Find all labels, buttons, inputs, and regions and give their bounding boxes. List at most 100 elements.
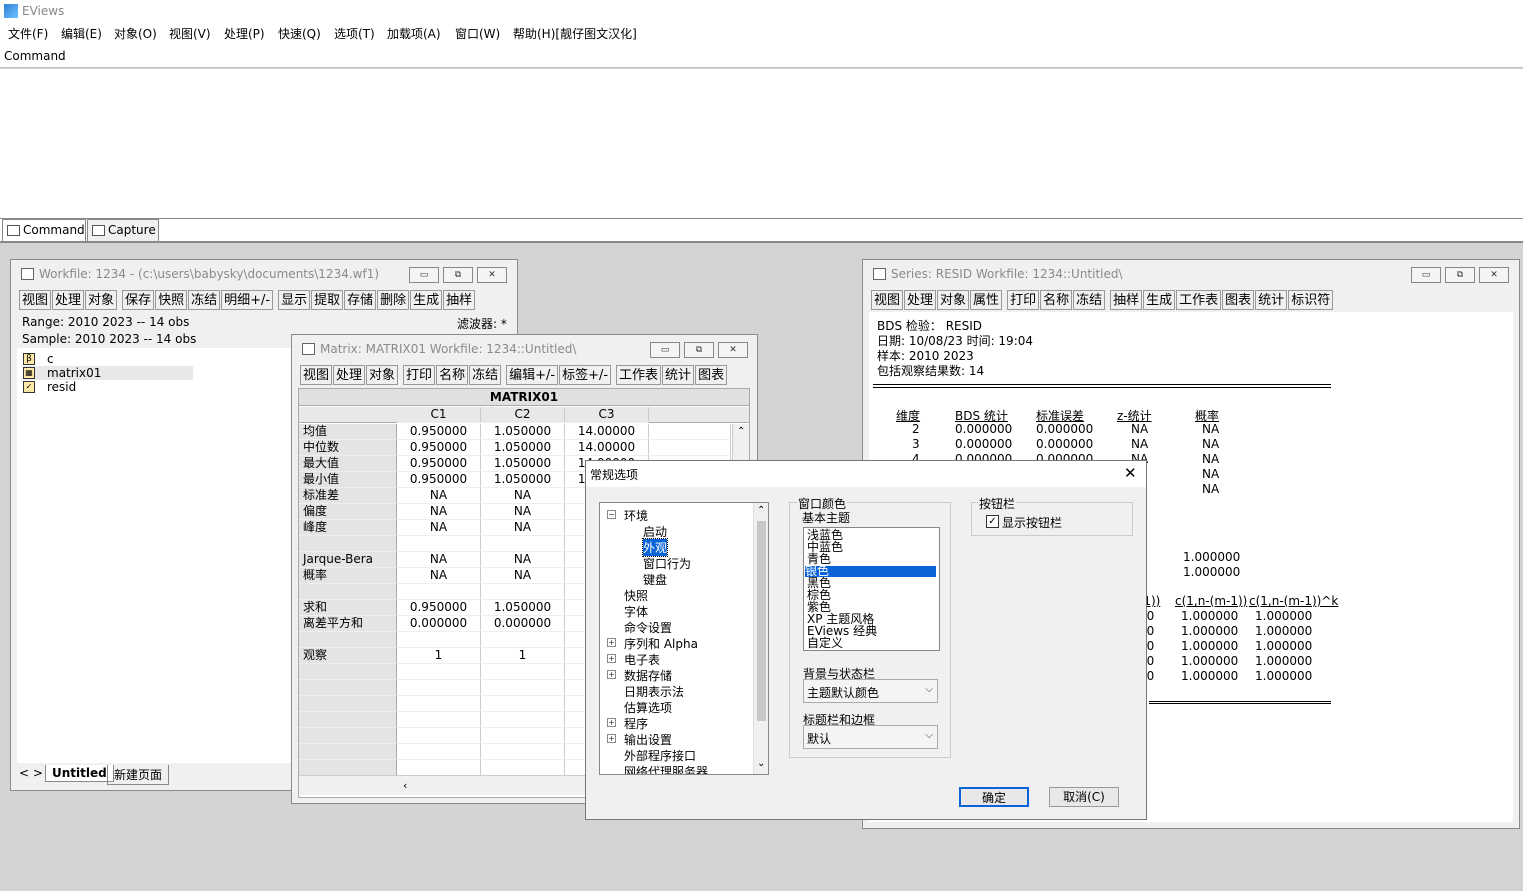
tb-edit[interactable]: 编辑+/- xyxy=(506,365,559,385)
tree-scrollbar[interactable]: ⌃ ⌄ xyxy=(753,503,768,774)
tb-save[interactable]: 保存 xyxy=(122,290,155,310)
table-cell[interactable]: NA xyxy=(397,552,481,568)
tree-item[interactable]: 窗口行为 xyxy=(643,555,691,572)
table-cell[interactable] xyxy=(481,632,565,648)
row-header[interactable]: 中位数 xyxy=(299,440,397,456)
row-header[interactable]: 偏度 xyxy=(299,504,397,520)
table-cell[interactable]: 0.950000 xyxy=(397,424,481,440)
table-cell[interactable] xyxy=(649,424,731,440)
row-header[interactable] xyxy=(299,760,397,776)
menu-view[interactable]: 视图(V) xyxy=(169,25,211,42)
tree-item[interactable]: 启动 xyxy=(643,523,667,540)
tree-item[interactable]: 数据存储 xyxy=(624,667,672,684)
menu-options[interactable]: 选项(T) xyxy=(334,25,375,42)
bg-status-select[interactable]: 主题默认颜色 ⌵ xyxy=(803,679,938,703)
table-cell[interactable]: 0.950000 xyxy=(397,472,481,488)
tree-item[interactable]: 字体 xyxy=(624,603,648,620)
theme-option[interactable]: 自定义 xyxy=(807,637,843,649)
row-header[interactable] xyxy=(299,584,397,600)
row-header[interactable]: 最大值 xyxy=(299,456,397,472)
tb-object[interactable]: 对象 xyxy=(85,290,118,310)
expand-icon[interactable]: + xyxy=(607,638,616,647)
menu-quick[interactable]: 快速(Q) xyxy=(278,25,321,42)
tb-genr[interactable]: 生成 xyxy=(1143,290,1176,310)
tree-item[interactable]: 外观 xyxy=(641,538,669,557)
tb-view[interactable]: 视图 xyxy=(871,290,904,310)
tree-item[interactable]: 快照 xyxy=(624,587,648,604)
table-cell[interactable]: 1.050000 xyxy=(481,472,565,488)
minimize-button[interactable]: ▭ xyxy=(650,342,680,358)
tree-item[interactable]: 序列和 Alpha xyxy=(624,635,698,652)
tree-item[interactable]: 命令设置 xyxy=(624,619,672,636)
table-cell[interactable] xyxy=(397,632,481,648)
page-tab-new[interactable]: 新建页面 xyxy=(107,765,170,785)
close-button[interactable]: ✕ xyxy=(1479,267,1509,283)
tb-properties[interactable]: 属性 xyxy=(970,290,1003,310)
table-cell[interactable]: NA xyxy=(481,552,565,568)
menu-proc[interactable]: 处理(P) xyxy=(224,25,265,42)
row-header[interactable] xyxy=(299,536,397,552)
row-header[interactable]: 观察 xyxy=(299,648,397,664)
tb-label[interactable]: 标签+/- xyxy=(559,365,612,385)
scroll-left-icon[interactable]: ‹ xyxy=(403,779,407,792)
table-cell[interactable]: 0.000000 xyxy=(397,616,481,632)
expand-icon[interactable]: + xyxy=(607,734,616,743)
matrix-title-bar[interactable]: Matrix: MATRIX01 Workfile: 1234::Untitle… xyxy=(292,335,757,361)
table-cell[interactable] xyxy=(397,680,481,696)
table-cell[interactable] xyxy=(481,696,565,712)
table-cell[interactable] xyxy=(397,536,481,552)
row-header[interactable] xyxy=(299,664,397,680)
expand-icon[interactable]: + xyxy=(607,654,616,663)
tree-item[interactable]: 环境 xyxy=(624,507,648,524)
table-cell[interactable] xyxy=(397,584,481,600)
table-cell[interactable]: 1.050000 xyxy=(481,424,565,440)
tb-proc[interactable]: 处理 xyxy=(904,290,937,310)
cancel-button[interactable]: 取消(C) xyxy=(1049,787,1119,807)
scroll-thumb[interactable] xyxy=(757,521,766,721)
table-cell[interactable]: 1.050000 xyxy=(481,600,565,616)
table-cell[interactable]: 0.950000 xyxy=(397,440,481,456)
page-nav-arrows[interactable]: < > xyxy=(19,766,43,780)
table-cell[interactable] xyxy=(397,728,481,744)
tb-name[interactable]: 名称 xyxy=(1040,290,1073,310)
restore-button[interactable]: ⧉ xyxy=(684,342,714,358)
row-header[interactable] xyxy=(299,728,397,744)
restore-button[interactable]: ⧉ xyxy=(1445,267,1475,283)
tree-item[interactable]: 键盘 xyxy=(643,571,667,588)
table-cell[interactable] xyxy=(397,744,481,760)
restore-button[interactable]: ⧉ xyxy=(443,267,473,283)
row-header[interactable]: Jarque-Bera xyxy=(299,552,397,568)
tb-sample[interactable]: 抽样 xyxy=(1110,290,1143,310)
titlebar-border-select[interactable]: 默认 ⌵ xyxy=(803,725,938,749)
col-header[interactable]: C1 xyxy=(397,407,481,423)
tb-object[interactable]: 对象 xyxy=(366,365,399,385)
row-header[interactable] xyxy=(299,632,397,648)
tb-snapshot[interactable]: 快照 xyxy=(155,290,188,310)
tb-sample[interactable]: 抽样 xyxy=(443,290,476,310)
workfile-title-bar[interactable]: Workfile: 1234 - (c:\users\babysky\docum… xyxy=(11,260,517,286)
tb-sheet[interactable]: 工作表 xyxy=(616,365,662,385)
list-item[interactable]: ✓ resid xyxy=(23,380,193,394)
scroll-up-icon[interactable]: ⌃ xyxy=(757,505,765,516)
table-cell[interactable] xyxy=(481,744,565,760)
tb-store[interactable]: 存储 xyxy=(344,290,377,310)
table-cell[interactable] xyxy=(397,760,481,776)
tree-item[interactable]: 输出设置 xyxy=(624,731,672,748)
table-cell[interactable]: NA xyxy=(481,488,565,504)
table-cell[interactable]: NA xyxy=(481,504,565,520)
row-header[interactable]: 均值 xyxy=(299,424,397,440)
table-cell[interactable] xyxy=(649,440,731,456)
tb-view[interactable]: 视图 xyxy=(300,365,333,385)
range-text[interactable]: Range: 2010 2023 -- 14 obs xyxy=(22,315,189,329)
tb-show[interactable]: 显示 xyxy=(278,290,311,310)
expand-icon[interactable]: + xyxy=(607,718,616,727)
tb-graph[interactable]: 图表 xyxy=(695,365,728,385)
close-button[interactable]: ✕ xyxy=(718,342,748,358)
table-cell[interactable] xyxy=(481,536,565,552)
tb-details[interactable]: 明细+/- xyxy=(221,290,274,310)
tb-delete[interactable]: 删除 xyxy=(377,290,410,310)
table-cell[interactable]: NA xyxy=(397,504,481,520)
menu-help[interactable]: 帮助(H)[靓仔图文汉化] xyxy=(513,25,637,42)
table-cell[interactable] xyxy=(481,584,565,600)
ok-button[interactable]: 确定 xyxy=(959,787,1029,807)
